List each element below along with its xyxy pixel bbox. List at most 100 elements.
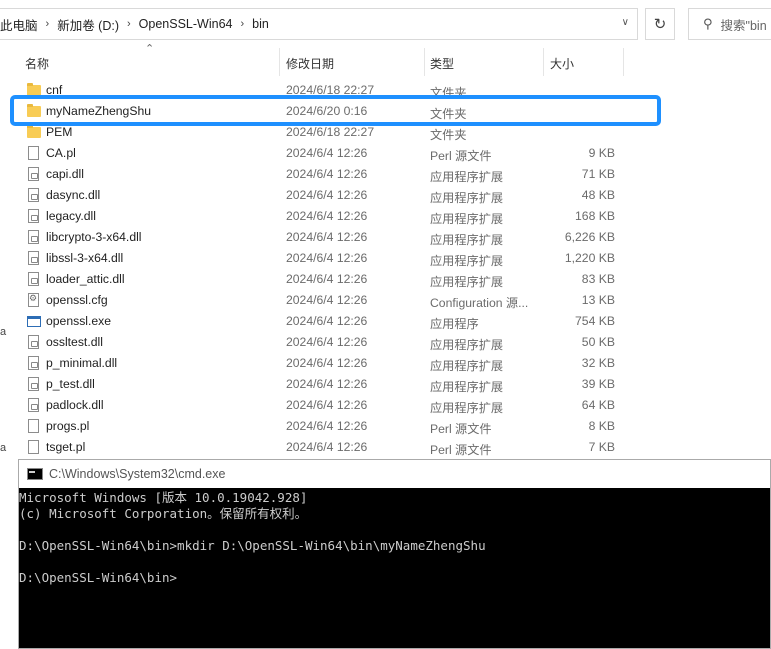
breadcrumb-bin[interactable]: bin bbox=[248, 17, 273, 31]
file-name: libcrypto-3-x64.dll bbox=[46, 230, 142, 244]
file-row[interactable]: loader_attic.dll 2024/6/4 12:26 应用程序扩展 83 K… bbox=[0, 269, 771, 290]
file-row[interactable]: CA.pl 2024/6/4 12:26 Perl 源文件 9 KB bbox=[0, 143, 771, 164]
file-row[interactable]: dasync.dll 2024/6/4 12:26 应用程序扩展 48 KB bbox=[0, 185, 771, 206]
refresh-button[interactable]: ↻ bbox=[645, 8, 675, 40]
file-icon bbox=[27, 146, 41, 161]
file-row[interactable]: libcrypto-3-x64.dll 2024/6/4 12:26 应用程序扩展 6… bbox=[0, 227, 771, 248]
console-line: Microsoft Windows [版本 10.0.19042.928] bbox=[19, 490, 308, 505]
dll-icon bbox=[27, 230, 41, 245]
file-type: Configuration 源... bbox=[430, 296, 529, 310]
breadcrumb-this-pc[interactable]: 此电脑 bbox=[0, 15, 42, 34]
file-row[interactable]: libssl-3-x64.dll 2024/6/4 12:26 应用程序扩展 1,22… bbox=[0, 248, 771, 269]
file-date: 2024/6/4 12:26 bbox=[286, 398, 368, 412]
file-date: 2024/6/4 12:26 bbox=[286, 419, 368, 433]
file-size: 83 KB bbox=[581, 272, 615, 286]
file-size: 39 KB bbox=[581, 377, 615, 391]
column-divider[interactable] bbox=[279, 48, 280, 76]
file-name: dasync.dll bbox=[46, 188, 101, 202]
cmd-console[interactable]: Microsoft Windows [版本 10.0.19042.928] (c)… bbox=[19, 488, 770, 586]
console-line: (c) Microsoft Corporation。保留所有权利。 bbox=[19, 506, 308, 521]
file-date: 2024/6/4 12:26 bbox=[286, 251, 368, 265]
file-type: 应用程序扩展 bbox=[430, 233, 504, 247]
file-date: 2024/6/4 12:26 bbox=[286, 335, 368, 349]
file-size: 8 KB bbox=[588, 419, 615, 433]
breadcrumb-drive-d[interactable]: 新加卷 (D:) bbox=[53, 15, 123, 34]
address-dropdown-icon[interactable]: ∨ bbox=[622, 17, 629, 28]
file-row[interactable]: progs.pl 2024/6/4 12:26 Perl 源文件 8 KB bbox=[0, 416, 771, 437]
dll-icon bbox=[27, 398, 41, 413]
file-row[interactable]: openssl.cfg 2024/6/4 12:26 Configuration 源… bbox=[0, 290, 771, 311]
column-divider[interactable] bbox=[623, 48, 624, 76]
dll-icon bbox=[27, 167, 41, 182]
address-bar[interactable]: 此电脑 › 新加卷 (D:) › OpenSSL-Win64 › bin ∨ bbox=[0, 8, 638, 40]
file-name: loader_attic.dll bbox=[46, 272, 125, 286]
search-icon: ⚲ bbox=[703, 16, 713, 31]
file-type: 文件夹 bbox=[430, 128, 467, 142]
file-name: ossltest.dll bbox=[46, 335, 103, 349]
column-size[interactable]: 大小 bbox=[550, 55, 574, 72]
dll-icon bbox=[27, 251, 41, 266]
file-type: 应用程序扩展 bbox=[430, 380, 504, 394]
file-type: 应用程序扩展 bbox=[430, 401, 504, 415]
file-name: p_minimal.dll bbox=[46, 356, 118, 370]
file-size: 48 KB bbox=[581, 188, 615, 202]
dll-icon bbox=[27, 209, 41, 224]
file-size: 50 KB bbox=[581, 335, 615, 349]
file-date: 2024/6/4 12:26 bbox=[286, 314, 368, 328]
cmd-window[interactable]: C:\Windows\System32\cmd.exe Microsoft Wi… bbox=[18, 459, 771, 649]
file-icon bbox=[27, 419, 41, 434]
file-type: Perl 源文件 bbox=[430, 149, 492, 163]
file-date: 2024/6/4 12:26 bbox=[286, 230, 368, 244]
selection-highlight bbox=[10, 95, 661, 126]
file-name: capi.dll bbox=[46, 167, 84, 181]
file-name: PEM bbox=[46, 125, 73, 139]
file-row[interactable]: capi.dll 2024/6/4 12:26 应用程序扩展 71 KB bbox=[0, 164, 771, 185]
breadcrumb-openssl[interactable]: OpenSSL-Win64 bbox=[135, 17, 237, 31]
refresh-icon: ↻ bbox=[653, 16, 667, 33]
file-type: 应用程序扩展 bbox=[430, 212, 504, 226]
search-box[interactable]: ⚲ 搜索"bin bbox=[688, 8, 771, 40]
dll-icon bbox=[27, 188, 41, 203]
file-date: 2024/6/4 12:26 bbox=[286, 188, 368, 202]
column-divider[interactable] bbox=[424, 48, 425, 76]
file-name: libssl-3-x64.dll bbox=[46, 251, 124, 265]
dll-icon bbox=[27, 272, 41, 287]
file-name: padlock.dll bbox=[46, 398, 104, 412]
sort-ascending-icon: ⌃ bbox=[145, 43, 155, 55]
file-name: CA.pl bbox=[46, 146, 76, 160]
file-date: 2024/6/4 12:26 bbox=[286, 356, 368, 370]
file-row[interactable]: openssl.exe 2024/6/4 12:26 应用程序 754 KB bbox=[0, 311, 771, 332]
file-type: 应用程序扩展 bbox=[430, 359, 504, 373]
file-size: 754 KB bbox=[575, 314, 615, 328]
file-row[interactable]: p_minimal.dll 2024/6/4 12:26 应用程序扩展 32 KB bbox=[0, 353, 771, 374]
folder-icon bbox=[27, 125, 41, 140]
column-date[interactable]: 修改日期 bbox=[286, 55, 334, 72]
file-row[interactable]: ossltest.dll 2024/6/4 12:26 应用程序扩展 50 KB bbox=[0, 332, 771, 353]
file-type: 应用程序扩展 bbox=[430, 275, 504, 289]
column-name[interactable]: 名称 bbox=[25, 55, 49, 72]
file-row[interactable]: padlock.dll 2024/6/4 12:26 应用程序扩展 64 KB bbox=[0, 395, 771, 416]
file-date: 2024/6/4 12:26 bbox=[286, 377, 368, 391]
cmd-title-bar[interactable]: C:\Windows\System32\cmd.exe bbox=[19, 460, 770, 488]
column-divider[interactable] bbox=[543, 48, 544, 76]
cmd-title: C:\Windows\System32\cmd.exe bbox=[49, 467, 226, 481]
search-placeholder: 搜索"bin bbox=[720, 18, 767, 33]
file-name: openssl.exe bbox=[46, 314, 112, 328]
column-type[interactable]: 类型 bbox=[430, 55, 454, 72]
breadcrumb-separator-icon: › bbox=[127, 18, 131, 30]
file-date: 2024/6/4 12:26 bbox=[286, 440, 368, 454]
file-type: 应用程序扩展 bbox=[430, 191, 504, 205]
file-size: 6,226 KB bbox=[564, 230, 615, 244]
file-name: legacy.dll bbox=[46, 209, 96, 223]
file-row[interactable]: legacy.dll 2024/6/4 12:26 应用程序扩展 168 KB bbox=[0, 206, 771, 227]
file-type: Perl 源文件 bbox=[430, 422, 492, 436]
file-date: 2024/6/4 12:26 bbox=[286, 272, 368, 286]
file-type: 应用程序 bbox=[430, 317, 479, 331]
file-icon bbox=[27, 440, 41, 455]
config-icon bbox=[27, 293, 41, 308]
file-row[interactable]: p_test.dll 2024/6/4 12:26 应用程序扩展 39 KB bbox=[0, 374, 771, 395]
file-name: progs.pl bbox=[46, 419, 90, 433]
file-size: 71 KB bbox=[581, 167, 615, 181]
file-row[interactable]: tsget.pl 2024/6/4 12:26 Perl 源文件 7 KB bbox=[0, 437, 771, 458]
